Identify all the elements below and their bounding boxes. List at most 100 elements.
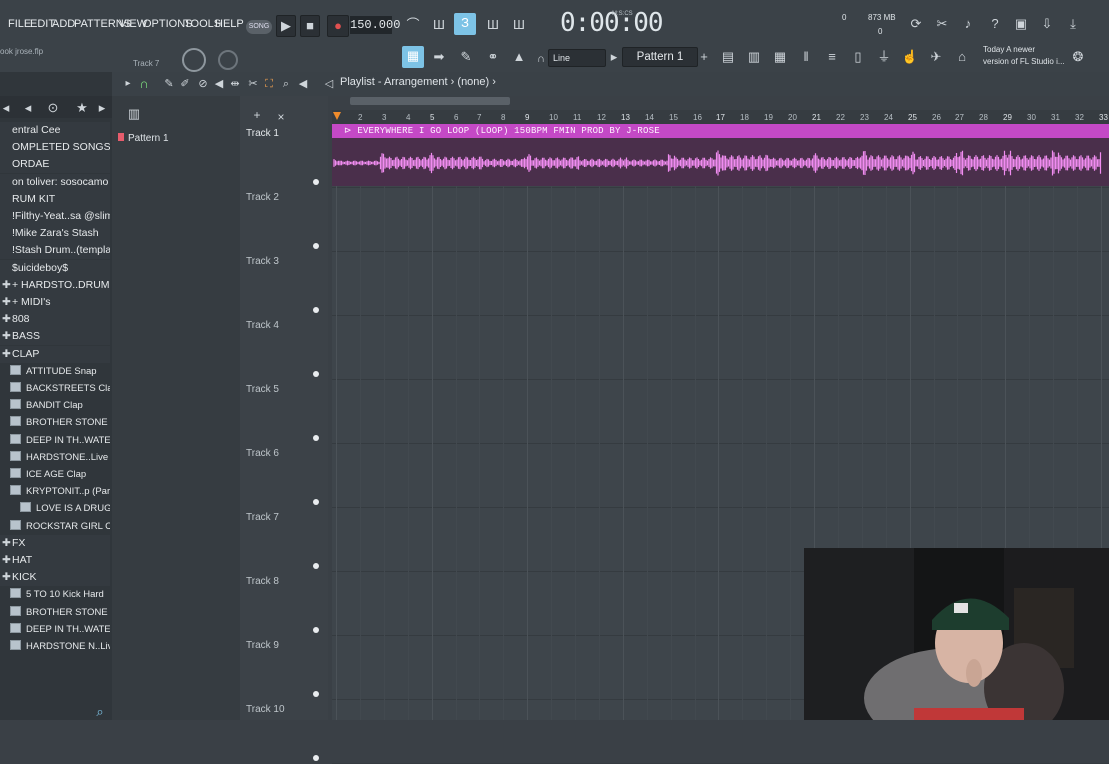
scroll-bar[interactable]: [350, 97, 510, 105]
track-name[interactable]: Track 8: [246, 576, 279, 587]
track-name[interactable]: Track 9: [246, 640, 279, 651]
snap-select[interactable]: Line: [548, 49, 606, 67]
browser-sample[interactable]: LOVE IS A DRUG Clap: [0, 500, 110, 517]
song-mode-toggle[interactable]: SONG: [246, 20, 272, 34]
track-name[interactable]: Track 7: [246, 512, 279, 523]
countdown-icon[interactable]: З: [454, 13, 476, 35]
undo-icon[interactable]: ⟳: [906, 14, 926, 34]
browser-sample[interactable]: ATTITUDE Snap: [0, 363, 110, 380]
browser-sample[interactable]: BACKSTREETS Clap: [0, 380, 110, 397]
menu-file[interactable]: FILE: [8, 18, 31, 30]
browser-folder[interactable]: ✚+ MIDI's: [0, 294, 110, 311]
pencil-icon[interactable]: ✎: [455, 47, 477, 67]
browser-sample[interactable]: BANDIT Clap: [0, 397, 110, 414]
track-name[interactable]: Track 1: [246, 128, 279, 139]
browser-search-icon[interactable]: ⌕: [92, 702, 108, 719]
folder-expand-icon[interactable]: ✚: [2, 277, 12, 294]
browser-folder[interactable]: ✚HAT: [0, 552, 110, 569]
browser-collapse-icon[interactable]: ◂: [20, 98, 36, 116]
browser-sample[interactable]: ROCKSTAR GIRL Clap: [0, 518, 110, 535]
pattern-list-item[interactable]: Pattern 1: [118, 133, 228, 147]
track-enable-dot[interactable]: [313, 371, 319, 377]
touch-controller-icon[interactable]: ☝: [900, 47, 920, 67]
cable-icon[interactable]: ✈: [926, 47, 946, 67]
browser-folder[interactable]: ✚+ HARDSTO..DRUM KIT: [0, 277, 110, 294]
browser-folder[interactable]: entral Cee: [0, 122, 110, 139]
playback-tool-icon[interactable]: ◀: [296, 76, 310, 92]
browser-forward-icon[interactable]: ▸: [96, 98, 108, 116]
track-enable-dot[interactable]: [313, 179, 319, 185]
browser-sample[interactable]: BROTHER STONE Clap: [0, 414, 110, 431]
track-name[interactable]: Track 2: [246, 192, 279, 203]
track-name[interactable]: Track 3: [246, 256, 279, 267]
record-button[interactable]: ●: [327, 15, 349, 37]
browser-folder[interactable]: !Mike Zara's Stash: [0, 225, 110, 242]
mixer-icon[interactable]: ‖: [796, 47, 816, 67]
news-line-1[interactable]: Today A newer: [983, 45, 1035, 54]
browser-folder[interactable]: !Stash Drum..(template): [0, 242, 110, 259]
download-icon[interactable]: ⤓: [1063, 14, 1083, 34]
news-icon[interactable]: ❂: [1068, 47, 1088, 67]
browser-folder[interactable]: !Filthy-Yeat..sa @slimejax: [0, 208, 110, 225]
paint-tool-icon[interactable]: ✐: [178, 76, 192, 92]
browser-sample[interactable]: ICE AGE Clap: [0, 466, 110, 483]
browser-view-icon[interactable]: ⊙: [45, 98, 61, 116]
track-name[interactable]: Track 10: [246, 704, 285, 715]
plugin-icon[interactable]: ⏚: [874, 47, 894, 67]
playlist-window-icon[interactable]: ▦: [402, 46, 424, 68]
track-enable-dot[interactable]: [313, 435, 319, 441]
track-enable-dot[interactable]: [313, 691, 319, 697]
pattern-prev-icon[interactable]: ▸: [608, 47, 620, 67]
stop-button[interactable]: ■: [300, 15, 320, 37]
browser-folder[interactable]: ✚FX: [0, 535, 110, 552]
slip-tool-icon[interactable]: ⇹: [228, 76, 242, 92]
browser-folder[interactable]: RUM KIT: [0, 191, 110, 208]
track-enable-dot[interactable]: [313, 243, 319, 249]
pattern-panel-piano-icon[interactable]: ▥: [126, 104, 142, 122]
export-icon[interactable]: ⇩: [1037, 14, 1057, 34]
browser-sample[interactable]: DEEP IN TH..WATER Clap: [0, 432, 110, 449]
browser-sample[interactable]: 5 TO 10 Kick Hard: [0, 586, 110, 603]
add-pattern-icon[interactable]: +: [698, 47, 710, 67]
folder-expand-icon[interactable]: ✚: [2, 311, 12, 328]
piano-roll-icon[interactable]: ▥: [744, 47, 764, 67]
save-icon[interactable]: ▣: [1011, 14, 1031, 34]
slice-tool-icon[interactable]: ✂: [246, 76, 260, 92]
news-line-2[interactable]: version of FL Studio i...: [983, 57, 1065, 66]
magnet-snap-icon[interactable]: ∩: [136, 76, 152, 92]
wait-input-icon[interactable]: Ш: [428, 15, 450, 35]
browser-back-icon[interactable]: ◂: [0, 98, 12, 116]
step-edit-icon[interactable]: Ш: [482, 15, 504, 35]
menu-add[interactable]: ADD: [52, 18, 75, 30]
loop-record-icon[interactable]: Ш: [508, 15, 530, 35]
browser-sample[interactable]: KRYPTONIT..p (Part №2): [0, 483, 110, 500]
folder-expand-icon[interactable]: ✚: [2, 294, 12, 311]
browser-icon[interactable]: ≡: [822, 47, 842, 67]
folder-expand-icon[interactable]: ✚: [2, 569, 12, 586]
playhead-marker[interactable]: [333, 112, 341, 120]
master-pitch-knob[interactable]: [218, 50, 238, 70]
folder-expand-icon[interactable]: ✚: [2, 552, 12, 569]
browser-folder[interactable]: OMPLETED SONGS: [0, 139, 110, 156]
master-volume-knob[interactable]: [182, 48, 206, 72]
browser-folder[interactable]: ✚KICK: [0, 569, 110, 586]
track-name[interactable]: Track 4: [246, 320, 279, 331]
browser-folder[interactable]: ORDAE: [0, 156, 110, 173]
menu-help[interactable]: HELP: [215, 18, 244, 30]
track-enable-dot[interactable]: [313, 563, 319, 569]
draw-tool-icon[interactable]: ✎: [162, 76, 176, 92]
select-tool-icon[interactable]: ⛶: [262, 76, 276, 92]
project-picker-icon[interactable]: ▯: [848, 47, 868, 67]
track-enable-dot[interactable]: [313, 499, 319, 505]
playlist-menu-arrow-icon[interactable]: ▸: [122, 76, 134, 92]
link-icon[interactable]: ⚭: [482, 47, 504, 67]
track-name[interactable]: Track 6: [246, 448, 279, 459]
zoom-tool-icon[interactable]: ⌕: [279, 76, 293, 92]
play-button[interactable]: ▶: [276, 15, 296, 37]
folder-expand-icon[interactable]: ✚: [2, 328, 12, 345]
arrow-right-icon[interactable]: ➡: [428, 47, 450, 67]
cut-icon[interactable]: ✂: [932, 14, 952, 34]
arrangement-name[interactable]: (none): [457, 76, 489, 88]
pattern-selector[interactable]: Pattern 1: [622, 47, 698, 67]
microphone-icon[interactable]: ♪: [958, 14, 978, 34]
